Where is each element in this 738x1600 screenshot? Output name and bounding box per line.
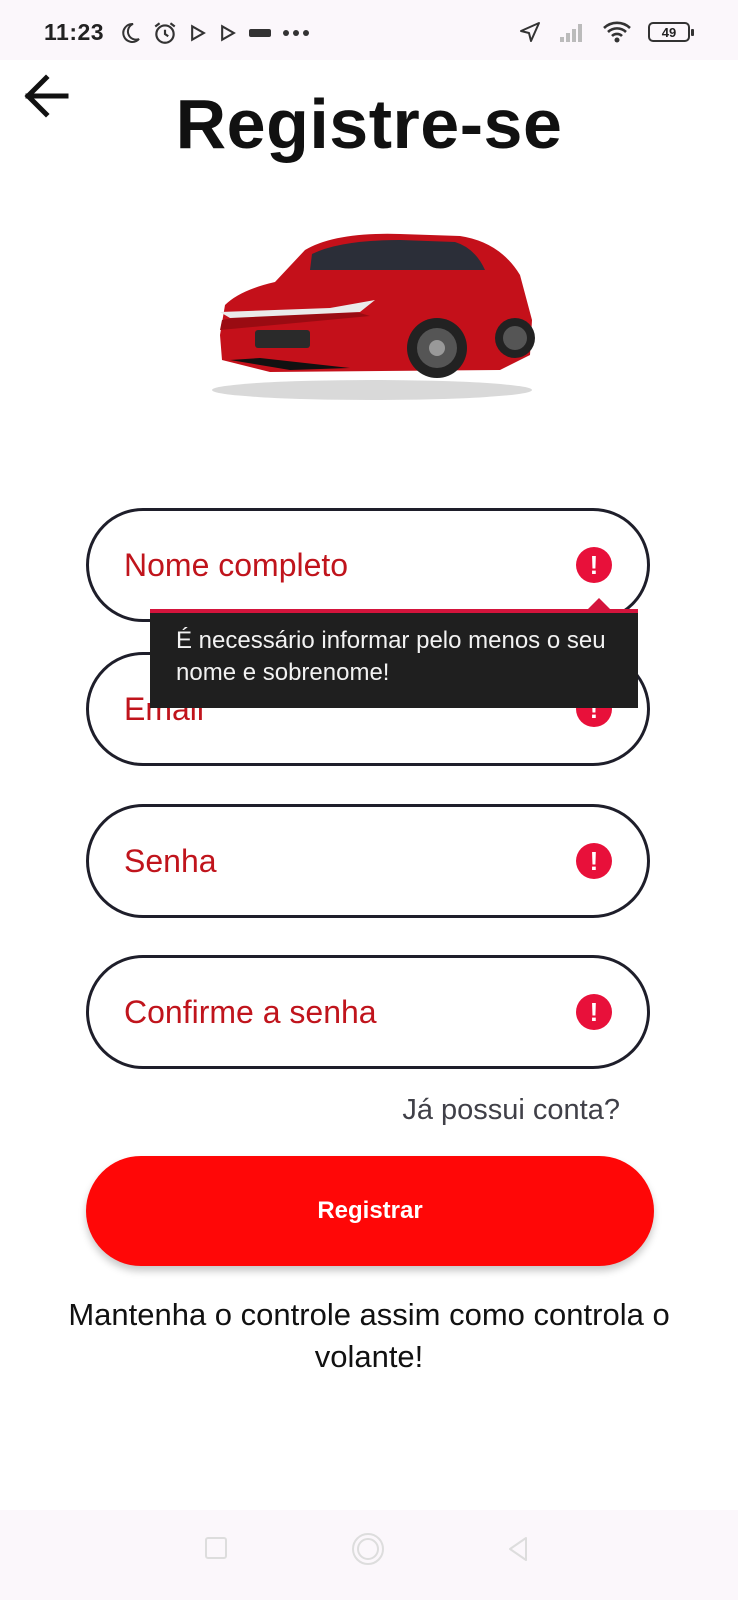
password-field[interactable]: Senha ! [86, 804, 650, 918]
circle-icon[interactable] [351, 1532, 385, 1566]
more-dots-icon [283, 30, 309, 36]
status-left-icons [118, 20, 310, 46]
tagline: Mantenha o controle assim como controla … [68, 1297, 670, 1374]
error-tooltip: É necessário informar pelo menos o seu n… [150, 609, 638, 708]
app-icon [249, 29, 271, 37]
status-right-icons: 49 [518, 20, 694, 44]
back-triangle-icon[interactable] [506, 1536, 530, 1562]
login-link[interactable]: Já possui conta? [402, 1094, 620, 1127]
system-nav-bar [0, 1510, 738, 1600]
page-title: Registre-se [175, 85, 563, 163]
error-icon[interactable]: ! [576, 547, 612, 583]
confirm-password-label: Confirme a senha [124, 994, 377, 1030]
square-icon[interactable] [204, 1536, 228, 1560]
red-car-image [212, 233, 535, 400]
signal-icon [560, 24, 582, 42]
play-store-icon [191, 24, 206, 42]
battery-icon: 49 [648, 22, 694, 42]
play-store-icon [221, 24, 236, 42]
full-name-field[interactable]: Nome completo ! [86, 508, 650, 622]
register-button[interactable]: Registrar [86, 1156, 654, 1266]
moon-icon [122, 22, 140, 43]
location-arrow-icon [520, 22, 540, 42]
wifi-icon [603, 21, 631, 43]
error-icon[interactable]: ! [576, 994, 612, 1030]
confirm-password-field[interactable]: Confirme a senha ! [86, 955, 650, 1069]
status-time: 11:23 [44, 19, 105, 45]
battery-level: 49 [661, 24, 677, 40]
password-label: Senha [124, 843, 217, 879]
alarm-icon [154, 22, 176, 44]
tooltip-arrow [588, 598, 610, 609]
full-name-label: Nome completo [124, 547, 349, 583]
error-icon[interactable]: ! [576, 843, 612, 879]
status-bar: 11:23 49 [0, 0, 738, 60]
